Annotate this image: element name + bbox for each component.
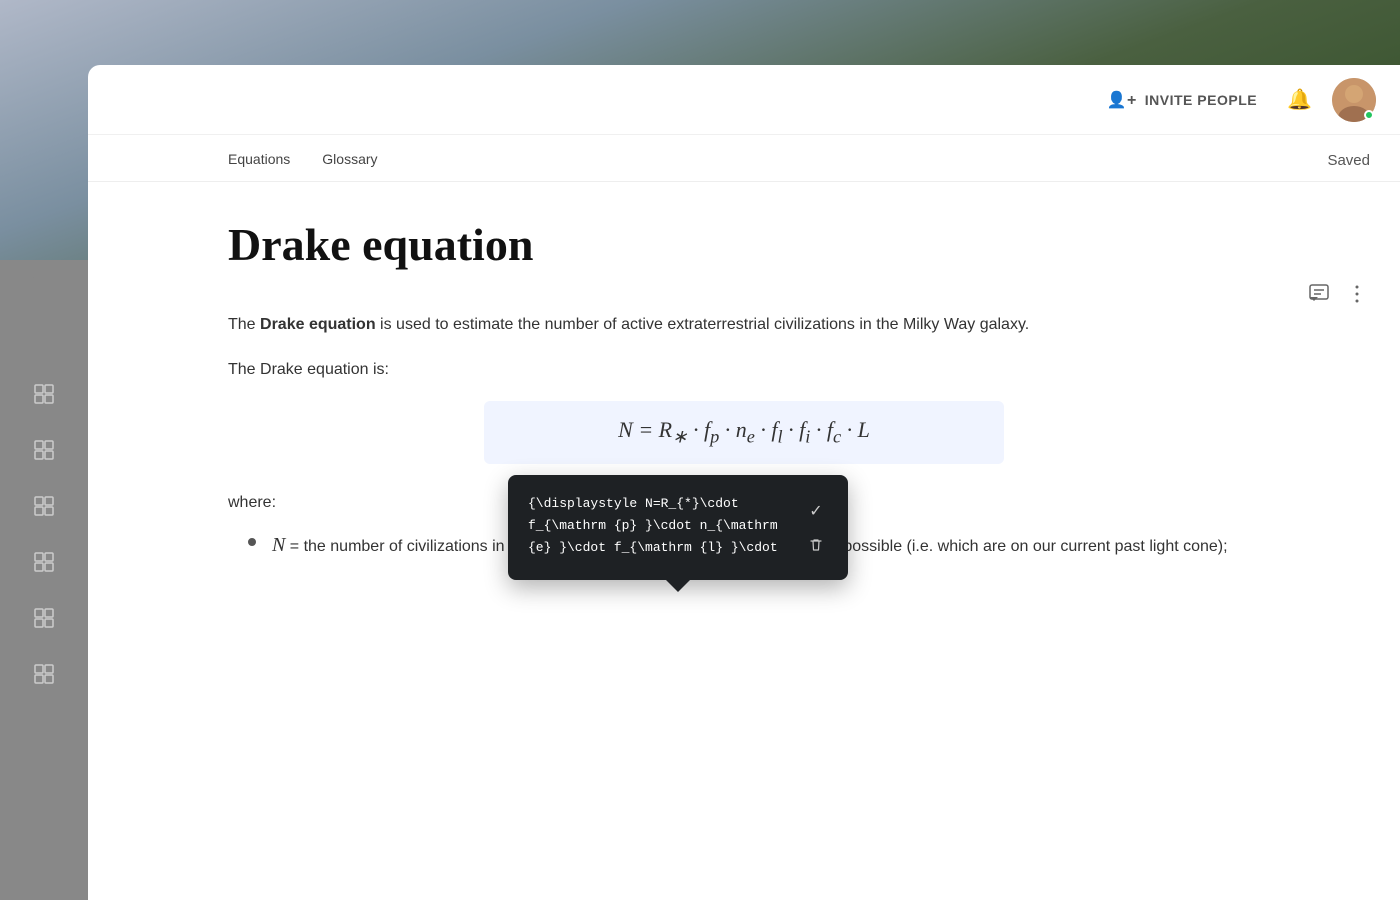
intro-post: is used to estimate the number of active… [376, 316, 1030, 333]
intro-paragraph: The Drake equation is used to estimate t… [228, 311, 1260, 338]
tabs-bar: Equations Glossary [88, 135, 1400, 182]
user-avatar[interactable] [1332, 78, 1376, 122]
equation-code: {\displaystyle N=R_{*}\cdot f_{\mathrm {… [528, 493, 788, 559]
variable-N: N [272, 534, 285, 556]
code-line-1: {\displaystyle N=R_{*}\cdot [528, 493, 788, 515]
more-options-icon[interactable] [1346, 283, 1368, 311]
code-line-2: f_{\mathrm {p} }\cdot n_{\mathrm [528, 515, 788, 537]
online-status-dot [1364, 110, 1374, 120]
notification-bell-icon[interactable]: 🔔 [1287, 87, 1312, 112]
confirm-equation-button[interactable]: ✓ [804, 497, 828, 525]
tab-equations[interactable]: Equations [228, 151, 290, 181]
intro-pre: The [228, 316, 260, 333]
collapse-icon: « [32, 268, 42, 288]
comment-icon[interactable] [1308, 283, 1330, 311]
content-area: Equations Glossary Drake equation The Dr… [88, 135, 1400, 900]
bullet-dot [248, 538, 256, 546]
invite-people-button[interactable]: 👤+ INVITE PEOPLE [1097, 84, 1268, 116]
sidebar-icon-6[interactable] [30, 660, 58, 688]
equation-intro: The Drake equation is: [228, 356, 1260, 383]
collapse-sidebar-button[interactable]: « [32, 268, 42, 289]
sidebar-icon-2[interactable] [30, 436, 58, 464]
popup-inner: {\displaystyle N=R_{*}\cdot f_{\mathrm {… [528, 493, 828, 562]
page-title: Drake equation [228, 218, 1260, 271]
header-actions: 👤+ INVITE PEOPLE 🔔 [1097, 78, 1376, 122]
code-line-3: {e} }\cdot f_{\mathrm {l} }\cdot [528, 537, 788, 559]
add-person-icon: 👤+ [1107, 90, 1137, 110]
tab-glossary[interactable]: Glossary [322, 151, 377, 181]
sidebar-icon-3[interactable] [30, 492, 58, 520]
sidebar-icon-4[interactable] [30, 548, 58, 576]
invite-label: INVITE PEOPLE [1145, 92, 1257, 108]
content-top-icons [1308, 283, 1368, 311]
equation-editor-popup: {\displaystyle N=R_{*}\cdot f_{\mathrm {… [508, 475, 848, 580]
popup-actions: ✓ [804, 493, 828, 562]
header-bar: 👤+ INVITE PEOPLE 🔔 [88, 65, 1400, 135]
page-content: Drake equation The Drake equation is use… [88, 182, 1400, 887]
delete-equation-button[interactable] [804, 533, 828, 562]
drake-equation-bold: Drake equation [260, 316, 376, 333]
sidebar-icons [0, 380, 88, 688]
sidebar-icon-5[interactable] [30, 604, 58, 632]
equation-rendered: N = R∗ · fp · ne · fl · fi · fc · L [618, 417, 870, 442]
saved-status: Saved [1327, 152, 1370, 169]
sidebar-icon-1[interactable] [30, 380, 58, 408]
equation-display: N = R∗ · fp · ne · fl · fi · fc · L [484, 401, 1004, 463]
